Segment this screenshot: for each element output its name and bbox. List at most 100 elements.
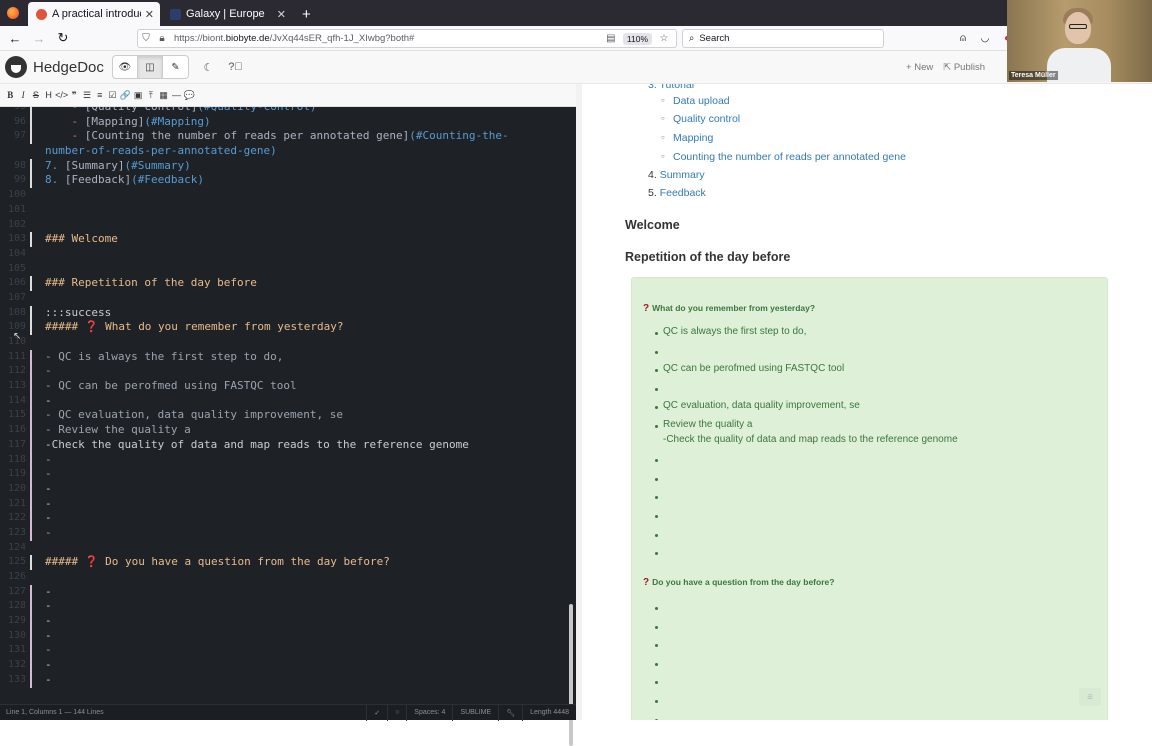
browser-tab-galaxy[interactable]: Galaxy | Europe ✕ <box>162 2 292 26</box>
code-line[interactable]: 102 <box>0 218 566 233</box>
reader-view-icon[interactable]: ▤ <box>603 33 619 44</box>
code-line[interactable]: 111 - QC is always the first step to do, <box>0 349 566 365</box>
code-line[interactable]: 114 - <box>0 393 566 409</box>
code-line[interactable]: 105 <box>0 262 566 277</box>
new-tab-button[interactable]: + <box>294 2 319 26</box>
code-line[interactable]: 132 - <box>0 658 566 673</box>
code-line[interactable]: 121 - <box>0 496 566 512</box>
ordered-list-button[interactable]: ≡ <box>93 90 106 100</box>
code-line[interactable]: 115 - QC evaluation, data quality improve… <box>0 408 566 424</box>
preferences-wrench-icon[interactable]: 🔧︎ <box>498 704 522 721</box>
code-line[interactable]: 123 - <box>0 525 566 541</box>
firefox-menu-icon[interactable] <box>0 0 26 26</box>
code-line[interactable]: 133 - <box>0 672 566 688</box>
code-line[interactable]: 120 - <box>0 481 566 497</box>
forward-button[interactable]: → <box>28 27 50 49</box>
comment-button[interactable]: 💬 <box>183 90 196 101</box>
code-line[interactable]: 124 <box>0 541 566 556</box>
code-line[interactable]: 97 - [Counting the number of reads per a… <box>0 129 566 145</box>
night-mode-button[interactable]: ☾ <box>195 56 222 78</box>
code-line[interactable]: 95 - [Quality control](#Quality-control) <box>0 107 566 115</box>
code-token: - <box>45 525 52 539</box>
browser-tab-hedgedoc[interactable]: A practical introduction t ✕ <box>28 2 160 26</box>
checklist-button[interactable]: ☑ <box>106 90 119 101</box>
code-line[interactable]: 122 - <box>0 511 566 526</box>
code-line[interactable]: 99 8. [Feedback](#Feedback) <box>0 173 566 189</box>
keymap-setting[interactable]: SUBLIME <box>452 704 498 721</box>
close-tab-icon[interactable]: ✕ <box>277 8 286 21</box>
code-line[interactable]: 108:::success <box>0 305 566 321</box>
code-line[interactable]: 129 - <box>0 614 566 629</box>
code-line[interactable]: 104 <box>0 247 566 262</box>
author-gutter-marker <box>30 408 32 424</box>
code-line[interactable]: 118 - <box>0 452 566 468</box>
toc-item-tutorial[interactable]: 3. Tutorial <box>648 84 694 91</box>
toc-sub-item[interactable]: Mapping <box>661 132 713 144</box>
code-line[interactable]: 96 - [Mapping](#Mapping) <box>0 114 566 130</box>
shield-icon[interactable]: ⛉ <box>138 33 154 44</box>
url-text[interactable]: https://biont.biobyte.de/JvXq44sER_qfh-1… <box>174 33 603 44</box>
pocket-icon[interactable]: ◡ <box>977 29 993 47</box>
table-button[interactable]: ▦ <box>157 90 170 101</box>
heading-button[interactable]: H <box>42 90 55 100</box>
bold-button[interactable]: B <box>4 90 17 100</box>
new-note-button[interactable]: + New <box>906 62 933 73</box>
code-line[interactable]: 127 - <box>0 584 566 600</box>
code-line[interactable]: 130 - <box>0 628 566 644</box>
code-line[interactable]: 100 <box>0 188 566 203</box>
code-line[interactable]: 101 <box>0 203 566 218</box>
code-line[interactable]: 98 7. [Summary](#Summary) <box>0 158 566 174</box>
code-line[interactable]: 106 ### Repetition of the day before <box>0 276 566 291</box>
code-line[interactable]: 109 ##### ❓ What do you remember from yes… <box>0 320 566 335</box>
code-line[interactable]: 128 - <box>0 599 566 615</box>
code-line[interactable]: 110 <box>0 335 566 350</box>
code-line[interactable]: 103 ### Welcome <box>0 232 566 247</box>
bookmark-star-icon[interactable]: ☆ <box>656 33 672 44</box>
lint-check-icon[interactable]: ✓ <box>366 704 387 721</box>
code-line[interactable]: 113 - QC can be perofmed using FASTQC too… <box>0 379 566 394</box>
toc-toggle-button[interactable]: ≡ <box>1079 688 1101 706</box>
code-button[interactable]: </> <box>55 90 68 100</box>
code-line[interactable]: 134 - <box>0 687 566 688</box>
quote-button[interactable]: ❞ <box>68 90 81 101</box>
account-icon[interactable]: ⍝ <box>955 29 971 47</box>
code-line[interactable]: 107 <box>0 291 566 306</box>
code-line[interactable]: number-of-reads-per-annotated-gene) <box>0 144 566 159</box>
hedgedoc-logo[interactable]: HedgeDoc <box>5 56 104 78</box>
code-line[interactable]: 117 -Check the quality of data and map re… <box>0 437 566 453</box>
code-line[interactable]: 131 - <box>0 643 566 659</box>
code-line[interactable]: 116 - Review the quality a <box>0 423 566 438</box>
back-button[interactable]: ← <box>4 27 26 49</box>
toc-sub-item[interactable]: Counting the number of reads per annotat… <box>661 151 906 163</box>
url-bar[interactable]: ⛉ 🔒︎ https://biont.biobyte.de/JvXq44sER_… <box>137 29 677 48</box>
horizontal-line-button[interactable]: — <box>170 90 183 100</box>
editor-scrollbar[interactable] <box>569 604 573 746</box>
both-mode-button[interactable]: ◫ <box>137 56 163 78</box>
toc-sub-item[interactable]: Data upload <box>661 95 730 107</box>
reload-button[interactable]: ↻ <box>52 27 74 49</box>
toc-link[interactable]: Summary <box>660 169 705 181</box>
code-line[interactable]: 112 - <box>0 364 566 380</box>
upload-button[interactable]: ⤒ <box>145 90 158 101</box>
edit-mode-button[interactable]: ✎ <box>163 56 188 78</box>
zoom-level-badge[interactable]: 110% <box>622 32 652 45</box>
view-mode-button[interactable]: 👁︎ <box>113 56 138 78</box>
close-tab-icon[interactable]: ✕ <box>145 8 154 21</box>
help-button[interactable]: ?⃝ <box>222 56 249 78</box>
code-editor[interactable]: 95 - [Quality control](#Quality-control)… <box>0 107 566 688</box>
indent-setting[interactable]: Spaces: 4 <box>406 704 452 721</box>
search-input[interactable]: ⌕ Search <box>682 29 884 48</box>
italic-button[interactable]: I <box>17 90 30 100</box>
strikethrough-button[interactable]: S <box>30 90 43 100</box>
link-button[interactable]: 🔗 <box>119 90 132 101</box>
code-line[interactable]: 119 - <box>0 467 566 482</box>
toc-link[interactable]: Feedback <box>660 187 706 199</box>
publish-button[interactable]: ⇱ Publish <box>943 62 985 73</box>
code-line[interactable]: 125 ##### ❓ Do you have a question from t… <box>0 555 566 570</box>
unordered-list-button[interactable]: ☰ <box>81 90 94 101</box>
lock-icon[interactable]: 🔒︎ <box>154 33 170 44</box>
code-line[interactable]: 126 <box>0 570 566 585</box>
image-button[interactable]: ▣ <box>132 90 145 101</box>
toc-sub-item[interactable]: Quality control <box>661 113 740 125</box>
code-token: [Mapping] <box>84 114 145 128</box>
